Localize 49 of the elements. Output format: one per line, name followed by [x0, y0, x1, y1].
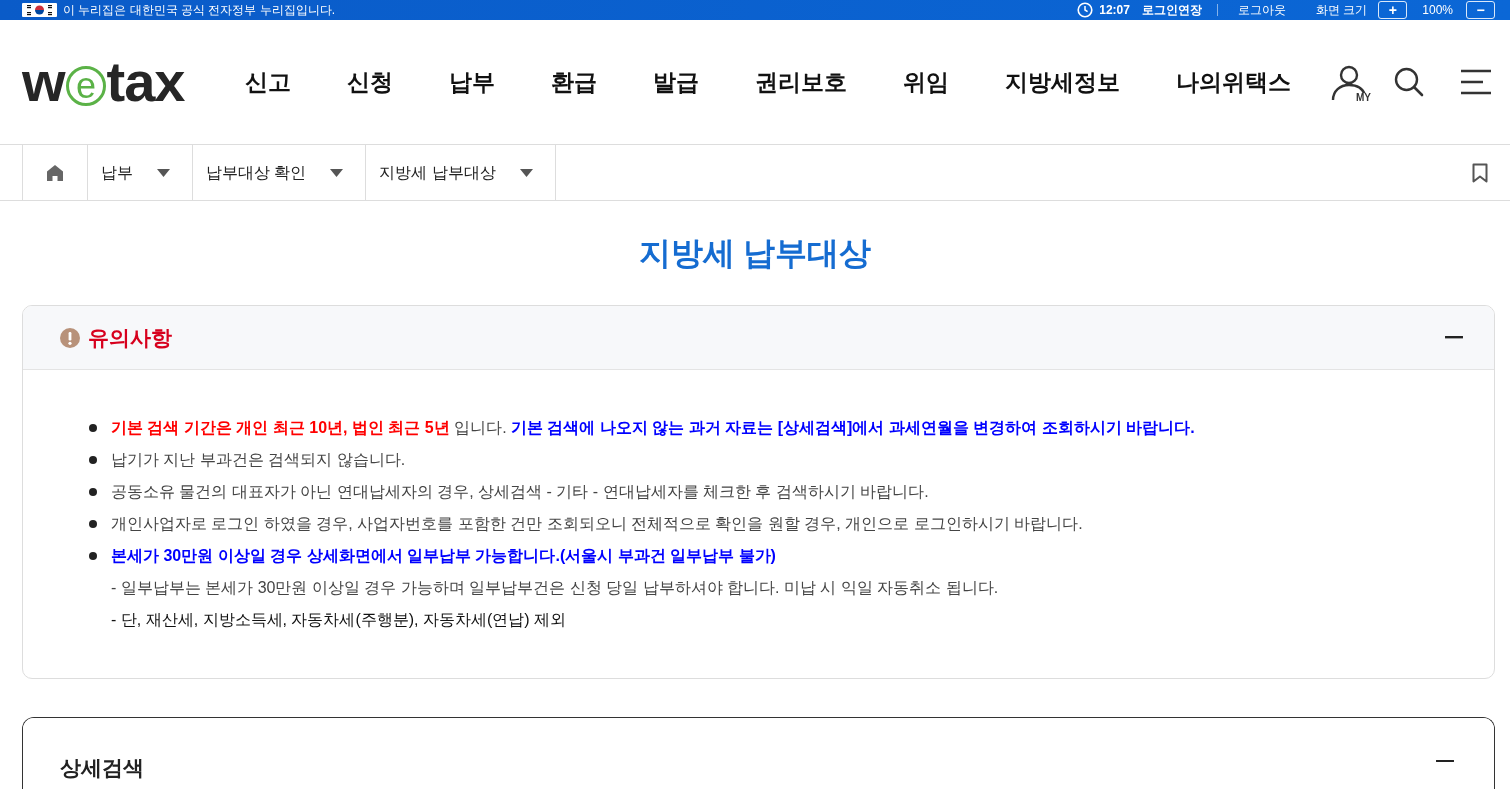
notice-text: 공동소유 물건의 대표자가 아닌 연대납세자의 경우, 상세검색 - 기타 - 연대납세자를 체크한 후 검색하시기 바랍니다.	[111, 482, 929, 502]
extend-session-button[interactable]: 로그인연장	[1141, 1, 1202, 19]
caret-icon	[519, 168, 533, 177]
warning-icon	[60, 327, 80, 348]
nav-link[interactable]: 위임	[902, 64, 949, 100]
session-timer: 12:07	[1099, 2, 1130, 19]
zoom-out-button[interactable]: −	[1466, 1, 1495, 19]
page-title: 지방세 납부대상	[638, 233, 872, 273]
zoom-level: 100%	[1422, 2, 1453, 19]
nav-link[interactable]: 환급	[550, 64, 597, 100]
logo[interactable]: w e tax	[22, 54, 185, 110]
bookmark-icon	[1472, 162, 1488, 183]
clock-icon	[1077, 2, 1094, 18]
nav-link[interactable]: 발급	[652, 64, 699, 100]
notice-text: 개인사업자로 로그인 하였을 경우, 사업자번호를 포함한 건만 조회되오니 전체적으로 확인을 원할 경우, 개인으로 로그인하시기 바랍니다.	[111, 514, 1083, 534]
panel-title: 상세검색	[60, 755, 144, 781]
logout-link[interactable]: 로그아웃	[1237, 1, 1286, 19]
nav-link[interactable]: 납부	[448, 64, 495, 100]
nav-link[interactable]: 신고	[244, 64, 291, 100]
zoom-in-button[interactable]: +	[1378, 1, 1408, 19]
collapse-button[interactable]	[1445, 336, 1463, 339]
collapse-button[interactable]	[1436, 760, 1454, 763]
bullet-icon	[89, 488, 97, 496]
notice-text: 기본 검색 기간은 개인 최근 10년, 법인 최근 5년 입니다. 기본 검색에 나오지 않는 과거 자료는 [상세검색]에서 과세연월을 변경하여 조회하시기 바랍니다.	[111, 418, 1195, 438]
bullet-icon	[89, 520, 97, 528]
panel-title: 유의사항	[88, 324, 172, 351]
home-button[interactable]	[22, 145, 88, 200]
nav-link[interactable]: 나의위택스	[1175, 64, 1291, 100]
zoom-label: 화면 크기	[1315, 2, 1368, 19]
bullet-icon	[89, 552, 97, 560]
bullet-icon	[89, 424, 97, 432]
nav-link[interactable]: 신청	[346, 64, 393, 100]
menu-icon	[1460, 69, 1492, 95]
notice-text: 납기가 지난 부과건은 검색되지 않습니다.	[111, 450, 406, 470]
bookmark-button[interactable]	[1472, 162, 1488, 183]
notice-subtext: - 단, 재산세, 지방소득세, 자동차세(주행분), 자동차세(연납) 제외	[111, 610, 567, 630]
notice-text: 본세가 30만원 이상일 경우 상세화면에서 일부납부 가능합니다.(서울시 부과건 일부납부 불가)	[111, 546, 776, 566]
search-icon	[1394, 67, 1424, 97]
nav-link[interactable]: 지방세정보	[1004, 64, 1120, 100]
caret-icon	[157, 168, 170, 177]
flag-icon	[22, 3, 57, 17]
government-notice-text: 이 누리집은 대한민국 공식 전자정부 누리집입니다.	[63, 2, 335, 19]
notice-subtext: - 일부납부는 본세가 30만원 이상일 경우 가능하며 일부납부건은 신청 당일 납부하셔야 합니다. 미납 시 익일 자동취소 됩니다.	[111, 578, 999, 598]
search-button[interactable]	[1394, 67, 1424, 97]
caret-icon	[330, 168, 344, 177]
nav-link[interactable]: 권리보호	[754, 64, 847, 100]
bullet-icon	[89, 456, 97, 464]
home-icon	[46, 164, 64, 181]
menu-button[interactable]	[1460, 69, 1492, 95]
